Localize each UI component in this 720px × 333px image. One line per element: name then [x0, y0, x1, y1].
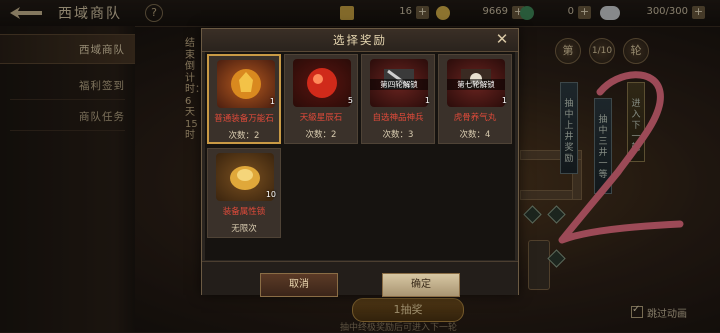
- item-count: 5: [347, 96, 353, 105]
- item-times: 次数：4: [459, 130, 491, 140]
- item-name: 虎骨养气丸: [453, 113, 497, 123]
- modal-header: 选择奖励 ✕: [202, 29, 518, 52]
- item-name: 装备属性锁: [222, 207, 266, 217]
- reward-item[interactable]: 1 普通装备万能石 次数：2: [207, 54, 281, 144]
- reward-item[interactable]: 5 天級星辰石 次数：2: [284, 54, 358, 144]
- item-times: 次数：2: [228, 131, 260, 141]
- confirm-button[interactable]: 确定: [382, 273, 460, 297]
- item-count: 10: [265, 190, 276, 199]
- weapon-chest-icon: 第四轮解锁: [370, 59, 428, 107]
- close-icon[interactable]: ✕: [494, 31, 510, 47]
- amber-stone-icon: [217, 60, 275, 108]
- reward-item[interactable]: 第四轮解锁 1 自选神品神兵 次数：3: [361, 54, 435, 144]
- modal-footer: 取消 确定: [202, 261, 518, 297]
- reward-item[interactable]: 第七轮解锁 1 虎骨养气丸 次数：4: [438, 54, 512, 144]
- pill-chest-icon: 第七轮解锁: [447, 59, 505, 107]
- reward-grid: 1 普通装备万能石 次数：2 5 天級星辰石 次数：2 第四轮解锁 1 自选神品…: [205, 52, 515, 260]
- item-name: 自选神品神兵: [372, 113, 424, 123]
- red-orb-icon: [293, 59, 351, 107]
- item-times: 次数：2: [305, 130, 337, 140]
- reward-item[interactable]: 10 装备属性锁 无限次: [207, 148, 281, 238]
- unlock-label: 第四轮解锁: [370, 79, 428, 90]
- item-count: 1: [269, 97, 275, 106]
- item-times: 次数：3: [382, 130, 414, 140]
- modal-title: 选择奖励: [333, 33, 387, 47]
- item-count: 1: [424, 96, 430, 105]
- cancel-button[interactable]: 取消: [260, 273, 338, 297]
- item-count: 1: [501, 96, 507, 105]
- item-name: 天級星辰石: [299, 113, 343, 123]
- reward-select-modal: 选择奖励 ✕ 1 普通装备万能石 次数：2 5 天級星辰石 次数：2 第四轮解锁: [201, 28, 519, 297]
- unlock-label: 第七轮解锁: [447, 79, 505, 90]
- item-times: 无限次: [231, 224, 257, 234]
- item-name: 普通装备万能石: [214, 114, 274, 124]
